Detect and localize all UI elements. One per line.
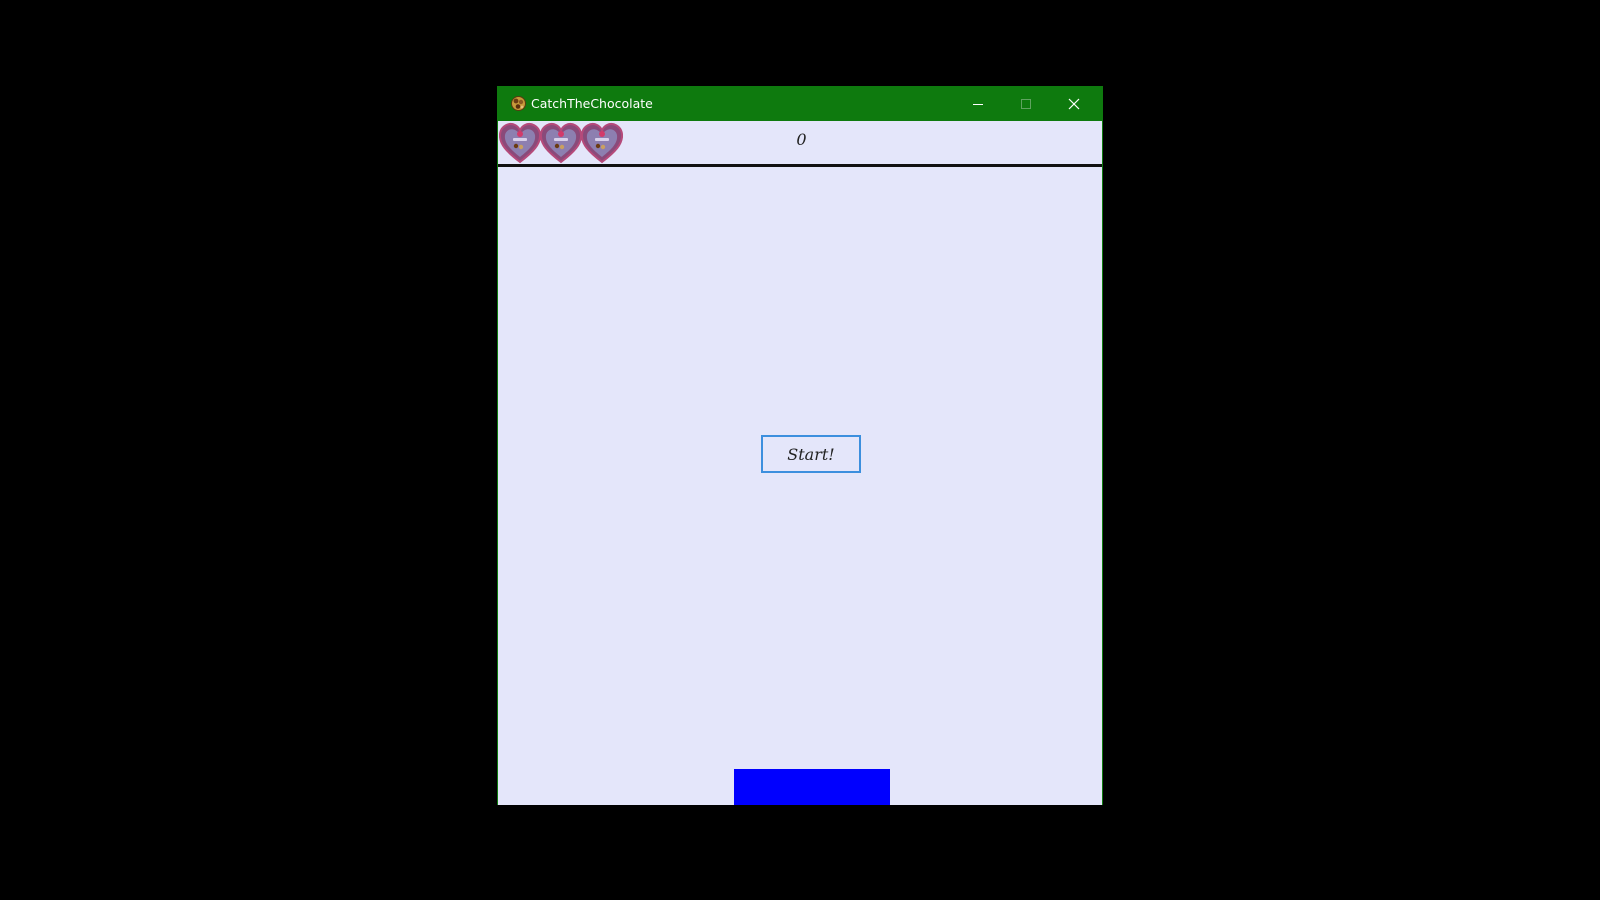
game-window: CatchTheChocolate 0 Start! xyxy=(497,86,1103,805)
maximize-icon xyxy=(1021,98,1031,109)
title-bar[interactable]: CatchTheChocolate xyxy=(498,86,1102,121)
catcher-paddle[interactable] xyxy=(734,769,890,805)
start-button[interactable]: Start! xyxy=(761,435,861,473)
maximize-button xyxy=(1002,86,1050,121)
app-icon xyxy=(511,96,526,111)
score-display: 0 xyxy=(796,130,807,149)
window-title: CatchTheChocolate xyxy=(531,96,653,111)
close-icon xyxy=(1068,98,1080,109)
hud-divider xyxy=(498,164,1102,167)
close-button[interactable] xyxy=(1050,86,1098,121)
minimize-icon xyxy=(973,103,983,105)
minimize-button[interactable] xyxy=(954,86,1002,121)
